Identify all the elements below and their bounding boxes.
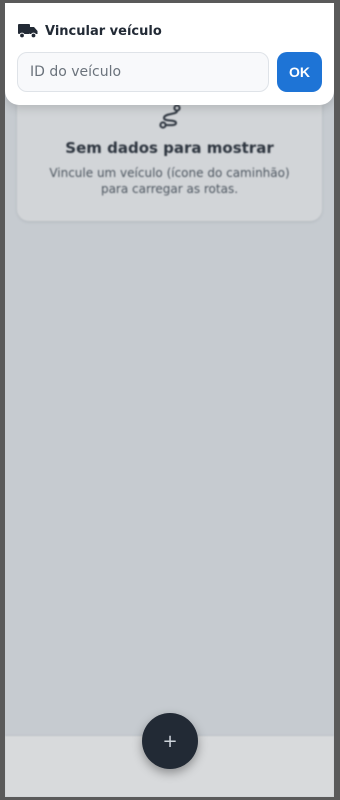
- plus-icon: +: [162, 730, 178, 752]
- dialog-title: Vincular veículo: [45, 23, 162, 39]
- link-vehicle-dialog: Vincular veículo OK: [5, 3, 334, 105]
- truck-icon: [18, 24, 38, 39]
- app-window: Sem dados para mostrar Vincule um veícul…: [5, 3, 334, 797]
- dialog-header: Vincular veículo: [18, 23, 162, 39]
- vehicle-id-input[interactable]: [17, 52, 269, 92]
- add-fab-button[interactable]: +: [142, 713, 198, 769]
- modal-overlay[interactable]: [5, 3, 334, 797]
- ok-button[interactable]: OK: [277, 52, 322, 92]
